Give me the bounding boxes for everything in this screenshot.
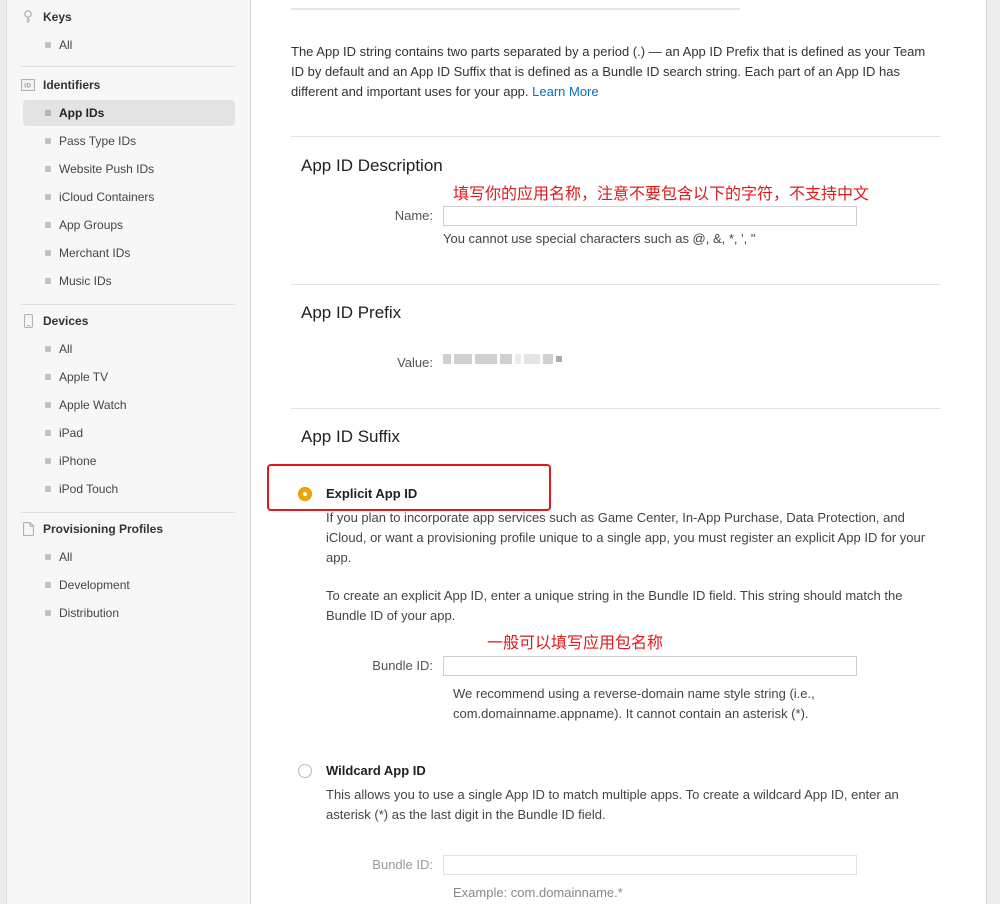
sidebar-divider [21, 304, 235, 305]
bullet-icon [45, 222, 51, 228]
sidebar-item-keys-all[interactable]: All [23, 32, 235, 58]
sidebar-item-ipad[interactable]: iPad [23, 420, 235, 446]
app-id-prefix-heading: App ID Prefix [301, 303, 402, 322]
bullet-icon [45, 486, 51, 492]
explicit-app-id-label[interactable]: Explicit App ID [326, 486, 417, 501]
sidebar-item-iphone[interactable]: iPhone [23, 448, 235, 474]
sidebar-section-identifiers-title: Identifiers [43, 78, 101, 92]
explicit-bundle-hint: We recommend using a reverse-domain name… [453, 686, 815, 721]
section-divider [291, 408, 940, 409]
bullet-icon [45, 110, 51, 116]
bullet-icon [45, 346, 51, 352]
sidebar-section-keys-title: Keys [43, 10, 72, 24]
bullet-icon [45, 458, 51, 464]
wildcard-bundle-id-input[interactable] [443, 855, 857, 875]
name-label: Name: [394, 208, 433, 223]
name-hint: You cannot use special characters such a… [443, 231, 756, 246]
description-annotation: 填写你的应用名称，注意不要包含以下的字符，不支持中文 [453, 186, 870, 203]
phone-icon [21, 314, 35, 328]
section-divider [291, 136, 940, 137]
wildcard-bundle-id-label: Bundle ID: [372, 857, 433, 872]
main-content: The App ID string contains two parts sep… [251, 0, 987, 904]
sidebar-section-devices-title: Devices [43, 314, 89, 328]
bullet-icon [45, 42, 51, 48]
sidebar-item-icloud-containers[interactable]: iCloud Containers [23, 184, 235, 210]
bullet-icon [45, 402, 51, 408]
key-icon [21, 10, 35, 24]
sidebar-item-website-push-ids[interactable]: Website Push IDs [23, 156, 235, 182]
svg-text:ID: ID [24, 83, 31, 90]
sidebar-item-distribution[interactable]: Distribution [23, 600, 235, 626]
app-id-description-heading: App ID Description [301, 156, 443, 175]
sidebar-item-app-groups[interactable]: App Groups [23, 212, 235, 238]
sidebar-item-app-ids[interactable]: App IDs [23, 100, 235, 126]
section-divider [291, 284, 940, 285]
sidebar-section-keys: Keys [21, 10, 72, 24]
document-icon [21, 522, 35, 536]
bullet-icon [45, 430, 51, 436]
bundle-annotation: 一般可以填写应用包名称 [487, 635, 664, 652]
bullet-icon [45, 554, 51, 560]
explicit-instructions: To create an explicit App ID, enter a un… [326, 588, 903, 623]
wildcard-app-id-label[interactable]: Wildcard App ID [326, 763, 426, 778]
sidebar-item-pass-type-ids[interactable]: Pass Type IDs [23, 128, 235, 154]
bullet-icon [45, 610, 51, 616]
bullet-icon [45, 138, 51, 144]
sidebar-section-devices: Devices [21, 314, 88, 328]
sidebar-item-apple-tv[interactable]: Apple TV [23, 364, 235, 390]
intro-text: The App ID string contains two parts sep… [291, 44, 926, 99]
sidebar-section-identifiers: ID Identifiers [21, 78, 100, 92]
explicit-bundle-id-label: Bundle ID: [372, 658, 433, 673]
app-id-suffix-heading: App ID Suffix [301, 427, 400, 446]
explicit-bundle-id-input[interactable] [443, 656, 857, 676]
wildcard-description: This allows you to use a single App ID t… [326, 787, 899, 822]
sidebar-item-music-ids[interactable]: Music IDs [23, 268, 235, 294]
sidebar-divider [21, 66, 235, 67]
explicit-app-id-radio[interactable] [298, 487, 312, 501]
sidebar-section-profiles-title: Provisioning Profiles [43, 522, 164, 536]
bullet-icon [45, 374, 51, 380]
sidebar: Keys All ID Identifiers App IDs Pass Typ… [6, 0, 251, 904]
sidebar-item-development[interactable]: Development [23, 572, 235, 598]
prefix-value-redacted [443, 354, 562, 364]
sidebar-item-ipod-touch[interactable]: iPod Touch [23, 476, 235, 502]
bullet-icon [45, 194, 51, 200]
sidebar-section-provisioning-profiles: Provisioning Profiles [21, 522, 163, 536]
bullet-icon [45, 166, 51, 172]
top-divider [291, 8, 740, 10]
wildcard-bundle-hint: Example: com.domainname.* [453, 885, 623, 900]
prefix-value-label: Value: [397, 355, 433, 370]
bullet-icon [45, 278, 51, 284]
bullet-icon [45, 582, 51, 588]
bullet-icon [45, 250, 51, 256]
explicit-description: If you plan to incorporate app services … [326, 510, 926, 565]
sidebar-divider [21, 512, 235, 513]
wildcard-app-id-radio[interactable] [298, 764, 312, 778]
sidebar-item-apple-watch[interactable]: Apple Watch [23, 392, 235, 418]
sidebar-item-profiles-all[interactable]: All [23, 544, 235, 570]
sidebar-item-merchant-ids[interactable]: Merchant IDs [23, 240, 235, 266]
learn-more-link[interactable]: Learn More [532, 84, 598, 99]
name-input[interactable] [443, 206, 857, 226]
sidebar-item-devices-all[interactable]: All [23, 336, 235, 362]
id-card-icon: ID [21, 78, 35, 92]
